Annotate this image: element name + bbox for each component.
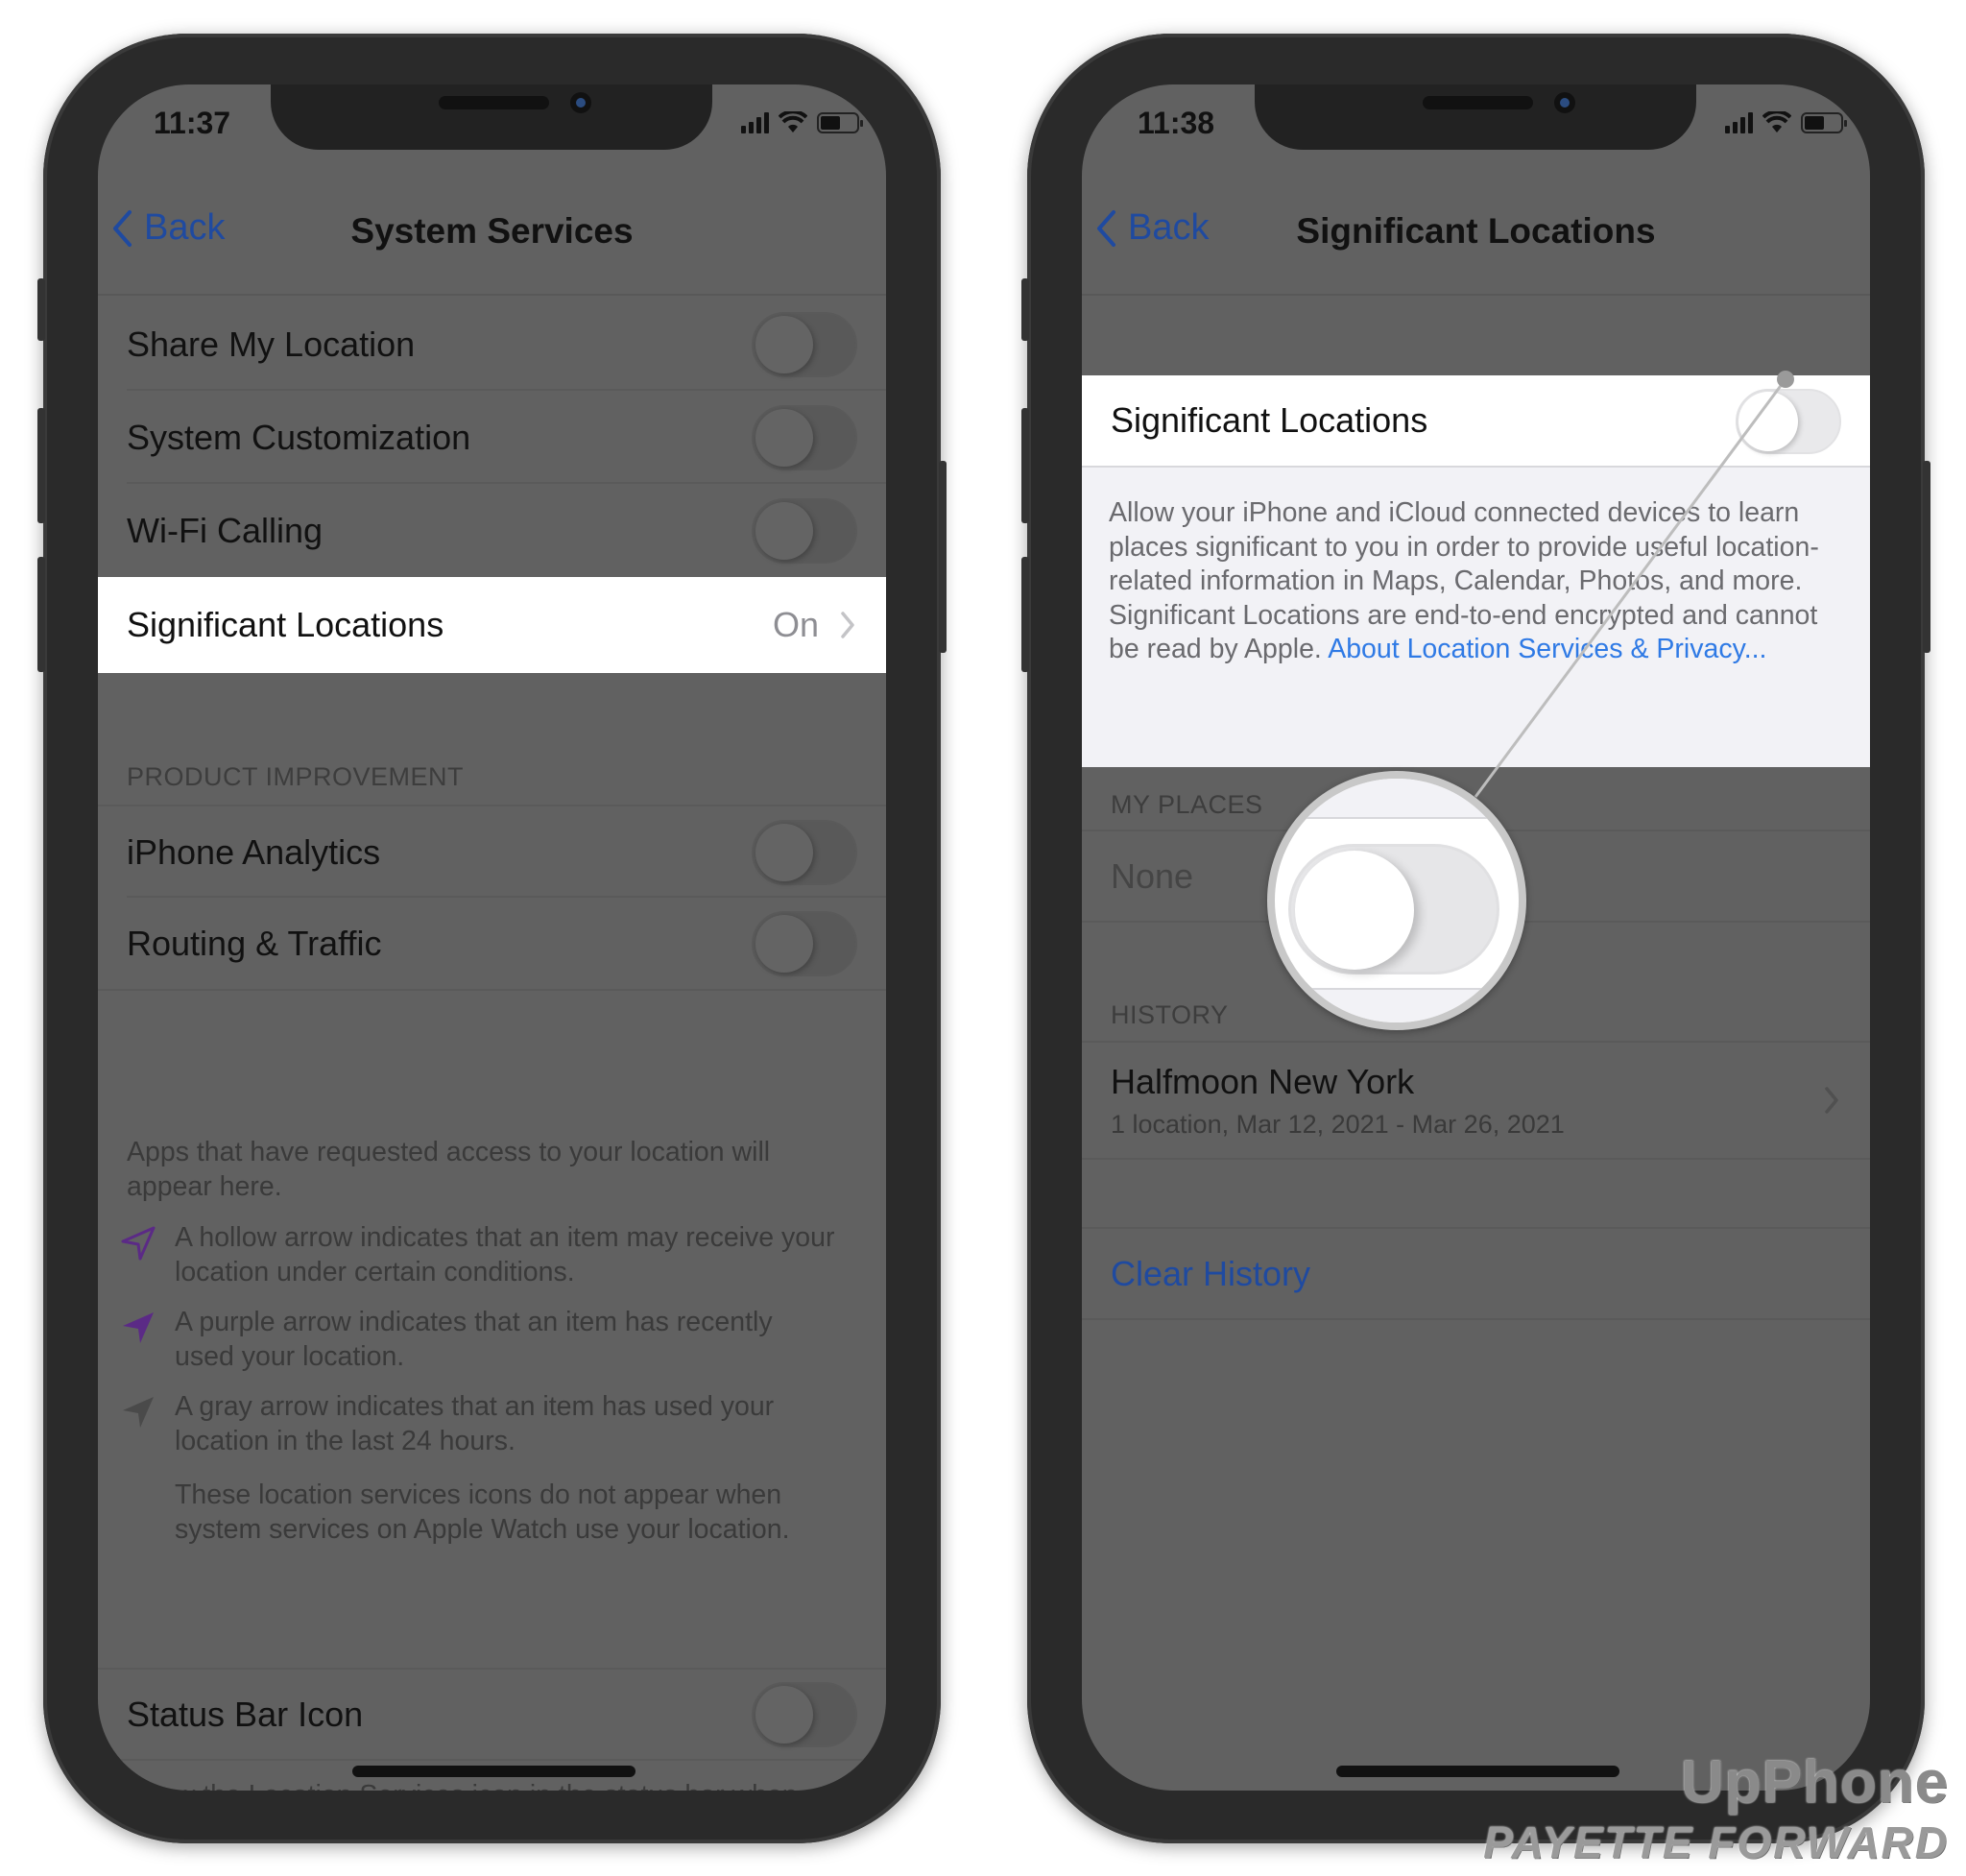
zoom-magnifier [1267, 771, 1526, 1030]
callout-line [1474, 371, 1794, 798]
magnified-toggle [1288, 844, 1499, 974]
magnifier-bottom-band [1275, 988, 1519, 1022]
magnified-toggle-knob [1295, 851, 1414, 970]
magnifier-top-band [1275, 779, 1519, 819]
watermark: UpPhone PAYETTE FORWARD [1483, 1748, 1949, 1868]
watermark-upphone: UpPhone [1680, 1749, 1949, 1816]
callout-dot [1777, 371, 1794, 388]
watermark-payette-forward: PAYETTE FORWARD [1483, 1817, 1949, 1867]
